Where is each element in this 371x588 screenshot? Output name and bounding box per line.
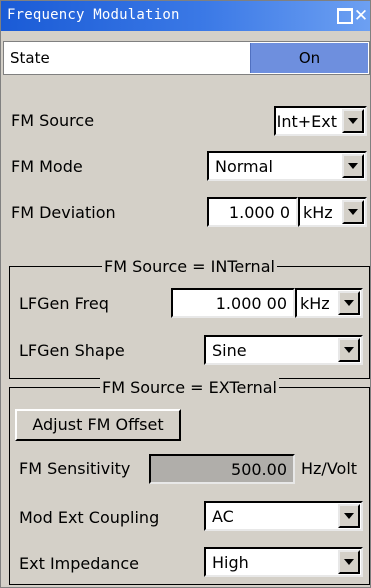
chevron-down-icon[interactable] bbox=[338, 550, 360, 574]
maximize-icon[interactable] bbox=[337, 8, 353, 24]
external-group-title: FM Source = EXTernal bbox=[100, 378, 279, 397]
fm-sensitivity-unit: Hz/Volt bbox=[301, 459, 358, 478]
fm-deviation-unit-select[interactable]: kHz bbox=[298, 197, 367, 227]
fm-source-value: Int+Ext bbox=[276, 112, 337, 131]
ext-impedance-value: High bbox=[212, 553, 249, 572]
external-group-title-wrap: FM Source = EXTernal bbox=[10, 378, 369, 397]
close-icon[interactable]: ✕ bbox=[353, 8, 369, 25]
adjust-fm-offset-button[interactable]: Adjust FM Offset bbox=[15, 409, 181, 441]
state-row: State On bbox=[3, 41, 370, 75]
ext-impedance-select[interactable]: High bbox=[204, 547, 363, 577]
mod-ext-coupling-select[interactable]: AC bbox=[204, 501, 363, 531]
fm-sensitivity-value: 500.00 bbox=[231, 460, 287, 479]
window-title: Frequency Modulation bbox=[7, 7, 180, 23]
mod-ext-coupling-value: AC bbox=[212, 507, 234, 526]
state-label: State bbox=[10, 49, 50, 67]
fm-mode-label: FM Mode bbox=[11, 157, 83, 176]
fm-sensitivity-field: 500.00 bbox=[149, 454, 295, 484]
lfgen-freq-label: LFGen Freq bbox=[19, 294, 109, 313]
ext-impedance-label: Ext Impedance bbox=[19, 554, 139, 573]
frequency-modulation-dialog: Frequency Modulation ✕ State On FM Sourc… bbox=[0, 0, 371, 588]
state-toggle[interactable]: On bbox=[250, 43, 368, 73]
chevron-down-icon[interactable] bbox=[338, 291, 360, 315]
fm-sensitivity-label: FM Sensitivity bbox=[19, 459, 131, 478]
chevron-down-icon[interactable] bbox=[342, 200, 364, 224]
lfgen-freq-unit-select[interactable]: kHz bbox=[295, 288, 363, 318]
fm-deviation-input[interactable]: 1.000 0 bbox=[207, 197, 298, 227]
fm-mode-select[interactable]: Normal bbox=[207, 151, 367, 181]
chevron-down-icon[interactable] bbox=[342, 154, 364, 178]
lfgen-freq-value: 1.000 00 bbox=[215, 294, 287, 313]
lfgen-shape-value: Sine bbox=[212, 341, 247, 360]
internal-group-title: FM Source = INTernal bbox=[102, 257, 277, 276]
fm-source-select[interactable]: Int+Ext bbox=[274, 106, 367, 136]
title-bar[interactable]: Frequency Modulation ✕ bbox=[1, 1, 370, 31]
fm-source-label: FM Source bbox=[11, 111, 95, 130]
chevron-down-icon[interactable] bbox=[338, 338, 360, 362]
internal-group-title-wrap: FM Source = INTernal bbox=[10, 257, 369, 276]
lfgen-freq-unit: kHz bbox=[300, 294, 330, 313]
lfgen-shape-label: LFGen Shape bbox=[19, 341, 125, 360]
lfgen-shape-select[interactable]: Sine bbox=[204, 335, 363, 365]
fm-deviation-unit: kHz bbox=[303, 203, 333, 222]
lfgen-freq-input[interactable]: 1.000 00 bbox=[171, 288, 295, 318]
chevron-down-icon[interactable] bbox=[342, 109, 364, 133]
fm-mode-value: Normal bbox=[215, 157, 273, 176]
fm-deviation-value: 1.000 0 bbox=[228, 203, 290, 222]
mod-ext-coupling-label: Mod Ext Coupling bbox=[19, 508, 160, 527]
fm-deviation-label: FM Deviation bbox=[11, 203, 116, 222]
chevron-down-icon[interactable] bbox=[338, 504, 360, 528]
